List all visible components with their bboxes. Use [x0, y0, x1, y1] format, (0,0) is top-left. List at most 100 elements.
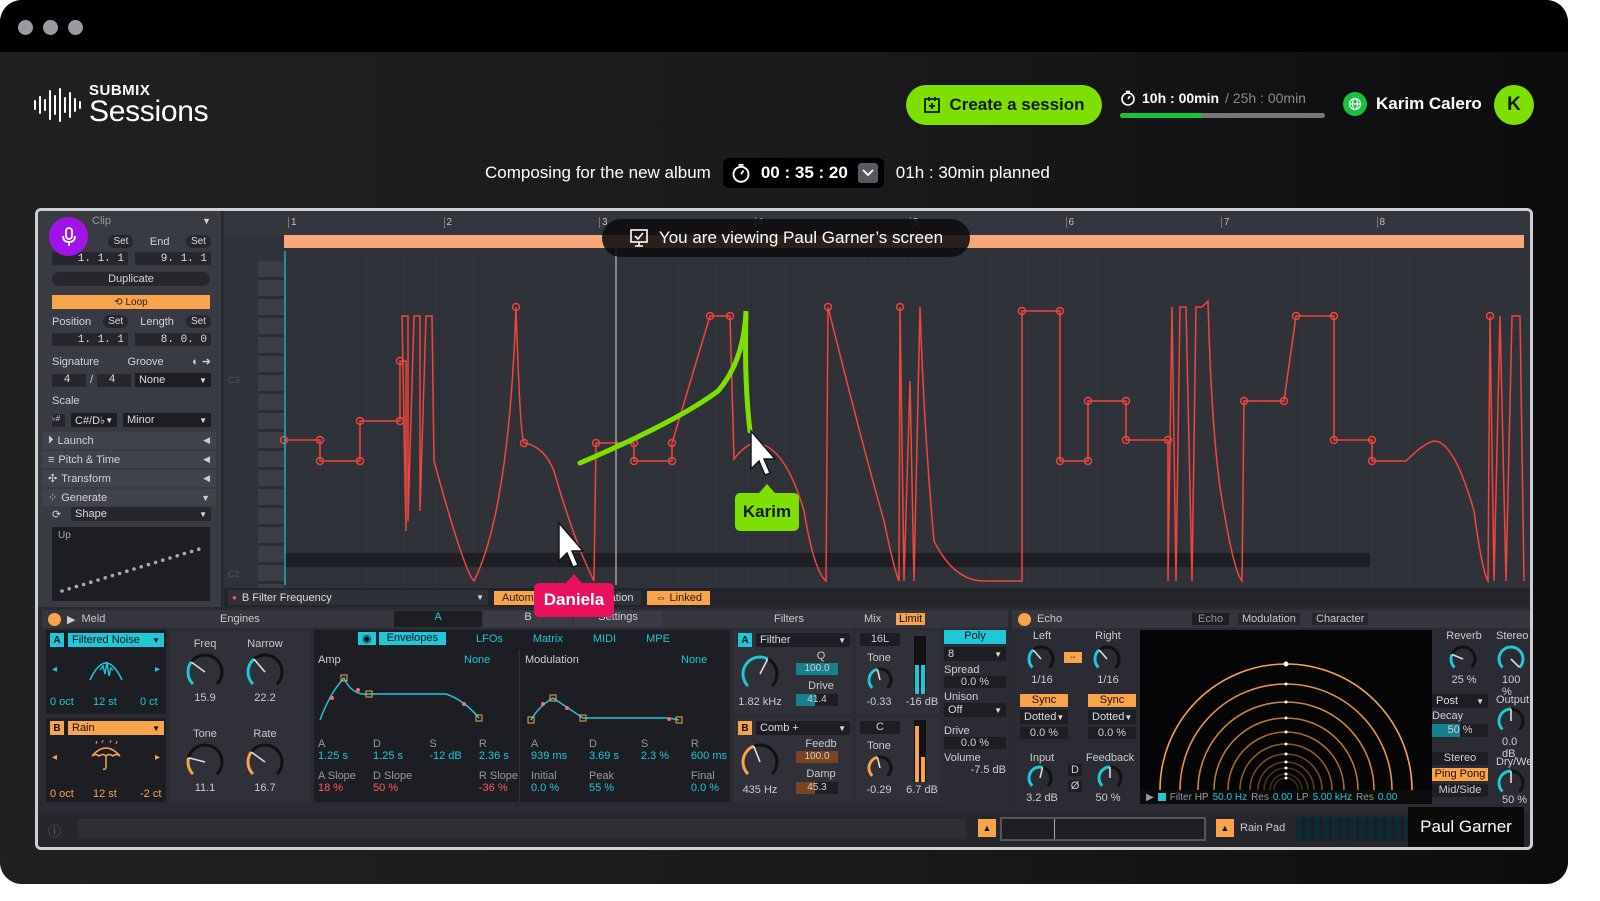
position-field[interactable]: 1. 1. 1: [52, 333, 128, 346]
next-icon[interactable]: ▸: [155, 664, 160, 675]
feedb-field[interactable]: 100.0: [796, 751, 838, 763]
freq-knob[interactable]: [185, 652, 225, 692]
d-button[interactable]: D: [1068, 764, 1082, 776]
left-sync-toggle[interactable]: Sync: [1020, 694, 1068, 707]
chevron-down-icon[interactable]: [857, 163, 878, 183]
position-set-button[interactable]: Set: [103, 315, 129, 328]
decay-field[interactable]: 50 %: [1432, 724, 1488, 737]
env-param[interactable]: A 1.25 sA Slope 18 %: [318, 738, 356, 794]
feedback-knob[interactable]: [1096, 764, 1124, 792]
res1-value[interactable]: 0.00: [1273, 792, 1292, 803]
signature-denominator[interactable]: 4: [97, 373, 131, 387]
echo-visualizer[interactable]: [1140, 630, 1432, 790]
filter-a-type-select[interactable]: Filther ▼: [756, 633, 850, 647]
voices-select[interactable]: 8 ▼: [944, 647, 1006, 661]
filter-b-freq-knob[interactable]: [740, 742, 780, 782]
maximize-window-button[interactable]: [68, 20, 83, 35]
create-session-button[interactable]: Create a session: [906, 85, 1102, 125]
env-param[interactable]: S -12 dB: [429, 738, 461, 794]
narrow-knob[interactable]: [245, 652, 285, 692]
device-power-toggle[interactable]: [48, 612, 61, 626]
user-avatar[interactable]: K: [1494, 85, 1534, 125]
limit-toggle[interactable]: Limit: [896, 613, 926, 625]
signature-numerator[interactable]: 4: [52, 373, 86, 387]
amp-envelope-graph[interactable]: [314, 668, 520, 728]
engine-a-ct[interactable]: 0 ct: [140, 696, 158, 708]
damp-field[interactable]: 45.3: [796, 782, 838, 794]
stereo-mode-button[interactable]: Stereo: [1432, 752, 1488, 765]
automation-envelope[interactable]: [224, 211, 1530, 607]
echo-tab-modulation[interactable]: Modulation: [1238, 613, 1300, 625]
scale-root-select[interactable]: C#/D♭ ▼: [71, 413, 117, 427]
filter-b-type-select[interactable]: Comb + ▼: [756, 721, 850, 735]
engine-a-oct[interactable]: 0 oct: [50, 696, 74, 708]
drive-field[interactable]: 0.0 %: [944, 737, 1006, 749]
scale-icon[interactable]: ♭#: [52, 413, 65, 427]
left-time-knob[interactable]: [1026, 644, 1056, 674]
left-mode-select[interactable]: Dotted ▼: [1020, 710, 1068, 724]
volume-value[interactable]: -7.5 dB: [944, 764, 1006, 776]
q-field[interactable]: 100.0: [796, 663, 838, 675]
tone-knob[interactable]: [185, 742, 225, 782]
echo-tab-character[interactable]: Character: [1312, 613, 1369, 625]
scale-mode-select[interactable]: Minor ▼: [123, 413, 211, 427]
rate-knob[interactable]: [245, 742, 285, 782]
tone-b-knob[interactable]: [866, 754, 894, 782]
eye-icon[interactable]: ◉: [358, 632, 376, 645]
pan-a-field[interactable]: 16L: [860, 633, 900, 646]
filter-a-freq-knob[interactable]: [740, 654, 780, 694]
amp-target-select[interactable]: None: [464, 654, 490, 666]
mod-target-select[interactable]: None: [681, 654, 707, 666]
user-menu[interactable]: Karim Calero: [1343, 92, 1482, 116]
engine-a-st[interactable]: 12 st: [93, 696, 117, 708]
drive-field[interactable]: 41.4: [796, 694, 838, 706]
right-mode-select[interactable]: Dotted ▼: [1088, 710, 1136, 724]
output-knob[interactable]: [1496, 706, 1526, 736]
collapse-icon[interactable]: ▼: [202, 216, 211, 226]
echo-tab-echo[interactable]: Echo: [1192, 613, 1230, 625]
close-window-button[interactable]: [18, 20, 33, 35]
tone-a-knob[interactable]: [866, 666, 894, 694]
level-a-meter[interactable]: [914, 636, 926, 694]
groove-icons[interactable]: ◐ ➜: [192, 355, 211, 368]
linked-button[interactable]: ⇔ Linked: [647, 590, 710, 605]
env-param[interactable]: R 2.36 sR Slope -36 %: [479, 738, 518, 794]
engine-b-oct[interactable]: 0 oct: [50, 788, 74, 800]
hp-value[interactable]: 50.0 Hz: [1213, 792, 1247, 803]
loop-toggle[interactable]: ⟲ Loop: [52, 295, 210, 309]
section-pitch-time[interactable]: ≡ Pitch & Time ◀: [42, 451, 216, 468]
env-param[interactable]: S 2.3 %: [641, 738, 669, 794]
reverb-knob[interactable]: [1448, 644, 1478, 674]
subtab-midi[interactable]: MIDI: [593, 633, 616, 645]
spread-field[interactable]: 0.0 %: [944, 676, 1006, 688]
start-set-button[interactable]: Set: [108, 235, 134, 248]
engine-b-type-select[interactable]: Rain ▼: [68, 721, 164, 735]
section-transform[interactable]: ✣ Transform ◀: [42, 470, 216, 487]
session-timer[interactable]: 00 : 35 : 20: [722, 158, 884, 188]
section-launch[interactable]: ⏵ Launch ◀: [42, 432, 216, 449]
submix-logo[interactable]: SUBMIX Sessions: [34, 83, 209, 127]
res2-value[interactable]: 0.00: [1378, 792, 1397, 803]
next-icon[interactable]: ▸: [155, 752, 160, 763]
link-toggle[interactable]: ⇔: [1064, 652, 1082, 663]
minimize-window-button[interactable]: [43, 20, 58, 35]
env-param[interactable]: A 939 ms Initial 0.0 %: [531, 738, 567, 794]
post-select[interactable]: Post ▼: [1432, 694, 1488, 708]
engine-b-ct[interactable]: -2 ct: [140, 788, 161, 800]
length-field[interactable]: 8. 0. 0: [135, 333, 211, 346]
subtab-lfos[interactable]: LFOs: [476, 633, 503, 645]
unison-select[interactable]: Off ▼: [944, 703, 1006, 717]
refresh-icon[interactable]: ⟳: [52, 508, 61, 521]
filter-toggle[interactable]: [1157, 793, 1166, 801]
pan-b-field[interactable]: C: [860, 721, 900, 734]
play-icon[interactable]: ▶: [1146, 792, 1154, 803]
end-field[interactable]: 9. 1. 1: [135, 252, 211, 265]
play-icon[interactable]: ▶: [67, 613, 75, 626]
length-set-button[interactable]: Set: [185, 315, 211, 328]
input-knob[interactable]: [1026, 764, 1054, 792]
engine-b-st[interactable]: 12 st: [93, 788, 117, 800]
midside-mode-button[interactable]: Mid/Side: [1432, 784, 1488, 797]
section-generate[interactable]: ⁘ Generate ▼: [42, 489, 216, 506]
track-b-fold-icon[interactable]: ▲: [1216, 819, 1234, 837]
stereo-knob[interactable]: [1496, 644, 1526, 674]
